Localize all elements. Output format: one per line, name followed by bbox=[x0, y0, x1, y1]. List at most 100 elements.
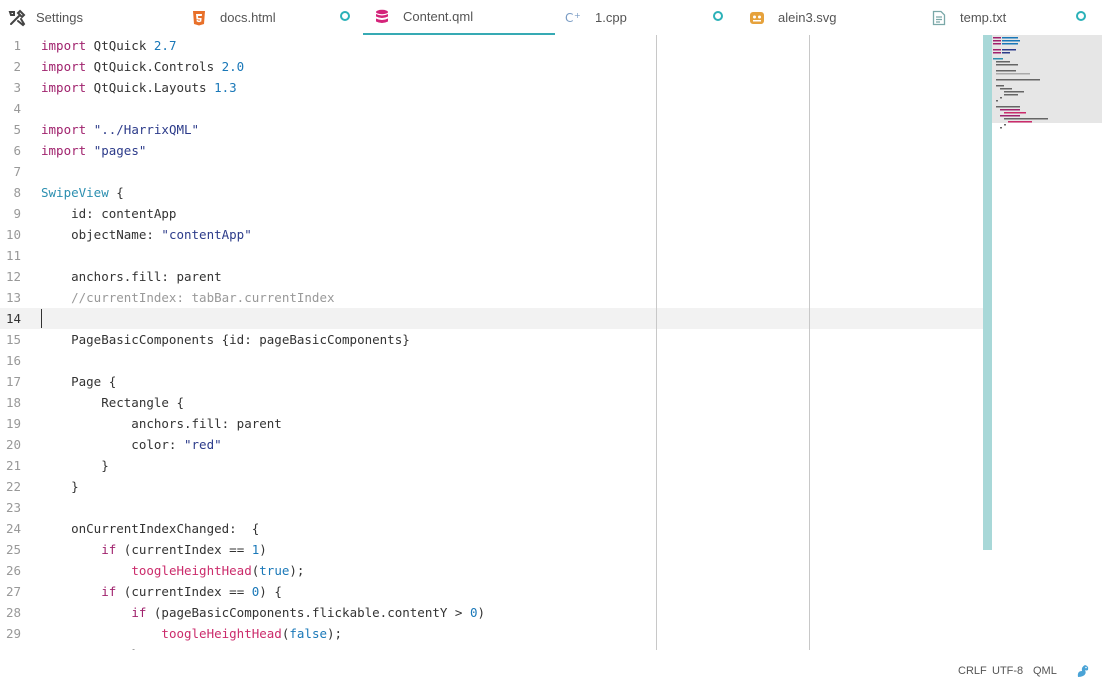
code-token: QtQuick bbox=[86, 38, 154, 53]
code-line[interactable]: } bbox=[41, 455, 992, 476]
code-token: Page { bbox=[41, 374, 117, 389]
code-line[interactable]: SwipeView { bbox=[41, 182, 992, 203]
code-line[interactable]: toogleHeightHead(true); bbox=[41, 560, 992, 581]
line-number: 27 bbox=[5, 584, 21, 599]
code-token: Rectangle { bbox=[41, 395, 184, 410]
tab-alein3-svg[interactable]: alein3.svg bbox=[748, 0, 923, 35]
line-number: 15 bbox=[5, 332, 21, 347]
code-line[interactable]: anchors.fill: parent bbox=[41, 413, 992, 434]
code-line[interactable] bbox=[41, 245, 992, 266]
code-token: } bbox=[41, 479, 79, 494]
line-number: 2 bbox=[13, 59, 21, 74]
tab-temp-txt[interactable]: temp.txt bbox=[930, 0, 1102, 35]
code-line[interactable]: anchors.fill: parent bbox=[41, 266, 992, 287]
line-number: 11 bbox=[5, 248, 21, 263]
code-token: "../HarrixQML" bbox=[93, 122, 200, 137]
code-token: //currentIndex: tabBar.currentIndex bbox=[41, 290, 335, 305]
line-number: 20 bbox=[5, 437, 21, 452]
tab-content-qml[interactable]: Content.qml bbox=[363, 0, 555, 35]
line-number: 21 bbox=[5, 458, 21, 473]
text-file-icon bbox=[930, 9, 948, 27]
code-token: ) bbox=[259, 542, 267, 557]
code-line[interactable]: Page { bbox=[41, 371, 992, 392]
line-number: 3 bbox=[13, 80, 21, 95]
minimap[interactable] bbox=[992, 35, 1102, 129]
tab-1-cpp[interactable]: C + 1.cpp bbox=[565, 0, 735, 35]
code-token: if bbox=[101, 584, 117, 599]
svg-text:C: C bbox=[565, 11, 573, 25]
minimap-scrollbar[interactable] bbox=[983, 35, 992, 550]
code-line[interactable]: objectName: "contentApp" bbox=[41, 224, 992, 245]
code-line[interactable] bbox=[41, 161, 992, 182]
code-token: 1.3 bbox=[214, 80, 237, 95]
column-ruler bbox=[809, 35, 810, 650]
code-line[interactable]: color: "red" bbox=[41, 434, 992, 455]
code-token: 0 bbox=[469, 605, 478, 620]
code-token: (currentIndex == bbox=[116, 584, 252, 599]
code-token: import bbox=[41, 80, 87, 95]
line-number: 16 bbox=[5, 353, 21, 368]
code-token: false bbox=[289, 626, 328, 641]
code-token: import bbox=[41, 59, 87, 74]
code-line[interactable]: import QtQuick.Layouts 1.3 bbox=[41, 77, 992, 98]
tab-docs-html[interactable]: docs.html bbox=[190, 0, 365, 35]
line-number: 23 bbox=[5, 500, 21, 515]
line-number: 14 bbox=[5, 311, 21, 326]
code-token: ); bbox=[289, 563, 305, 578]
line-number: 8 bbox=[13, 185, 21, 200]
code-line[interactable] bbox=[41, 308, 992, 329]
code-token: ) { bbox=[259, 584, 282, 599]
code-line[interactable]: PageBasicComponents {id: pageBasicCompon… bbox=[41, 329, 992, 350]
code-token: (currentIndex == bbox=[116, 542, 252, 557]
code-token: if bbox=[131, 605, 147, 620]
code-line[interactable]: import "pages" bbox=[41, 140, 992, 161]
code-line[interactable]: toogleHeightHead(false); bbox=[41, 623, 992, 644]
code-line[interactable]: //currentIndex: tabBar.currentIndex bbox=[41, 287, 992, 308]
tab-settings[interactable]: Settings bbox=[8, 0, 183, 35]
code-token: (pageBasicComponents.flickable.contentY … bbox=[146, 605, 470, 620]
code-token: onCurrentIndexChanged: { bbox=[41, 521, 260, 536]
code-line[interactable]: Rectangle { bbox=[41, 392, 992, 413]
code-line[interactable]: import QtQuick 2.7 bbox=[41, 35, 992, 56]
tab-label: temp.txt bbox=[960, 10, 1007, 25]
code-line[interactable]: onCurrentIndexChanged: { bbox=[41, 518, 992, 539]
encoding-indicator[interactable]: UTF-8 bbox=[992, 665, 1023, 677]
code-line[interactable]: import QtQuick.Controls 2.0 bbox=[41, 56, 992, 77]
code-line[interactable]: } bbox=[41, 476, 992, 497]
code-line[interactable] bbox=[41, 98, 992, 119]
line-number: 5 bbox=[13, 122, 21, 137]
code-line[interactable] bbox=[41, 350, 992, 371]
code-line[interactable]: if (currentIndex == 1) bbox=[41, 539, 992, 560]
line-number: 19 bbox=[5, 416, 21, 431]
svg-text:+: + bbox=[574, 11, 581, 20]
line-number: 29 bbox=[5, 626, 21, 641]
tab-bar: Settings docs.html Content.qml C + 1.cpp … bbox=[0, 0, 1102, 35]
tab-label: alein3.svg bbox=[778, 10, 837, 25]
language-indicator[interactable]: QML bbox=[1033, 665, 1057, 677]
line-number: 24 bbox=[5, 521, 21, 536]
line-number: 10 bbox=[5, 227, 21, 242]
code-token: color: bbox=[41, 437, 184, 452]
code-token: SwipeView bbox=[41, 185, 109, 200]
code-token: import bbox=[41, 38, 87, 53]
squirrel-icon bbox=[1075, 663, 1091, 682]
database-icon bbox=[373, 8, 391, 26]
code-line[interactable]: if (pageBasicComponents.flickable.conten… bbox=[41, 602, 992, 623]
code-line[interactable] bbox=[41, 497, 992, 518]
line-ending-indicator[interactable]: CRLF bbox=[958, 665, 987, 677]
code-editor[interactable]: 1 2 3 4 5 6 7 8 9 10 11 12 13 14 15 16 17 18 19 20 21 22 23 24 2… bbox=[0, 35, 1102, 650]
code-text-area[interactable]: import QtQuick 2.7 import QtQuick.Control… bbox=[41, 35, 992, 650]
code-token: objectName: bbox=[41, 227, 162, 242]
code-line[interactable]: import "../HarrixQML" bbox=[41, 119, 992, 140]
code-token: anchors.fill: parent bbox=[41, 416, 282, 431]
tab-label: 1.cpp bbox=[595, 10, 627, 25]
code-line[interactable]: if (currentIndex == 0) { bbox=[41, 581, 992, 602]
tab-label: Settings bbox=[36, 10, 83, 25]
status-bar: CRLF UTF-8 QML bbox=[0, 650, 1102, 686]
code-line[interactable]: id: contentApp bbox=[41, 203, 992, 224]
